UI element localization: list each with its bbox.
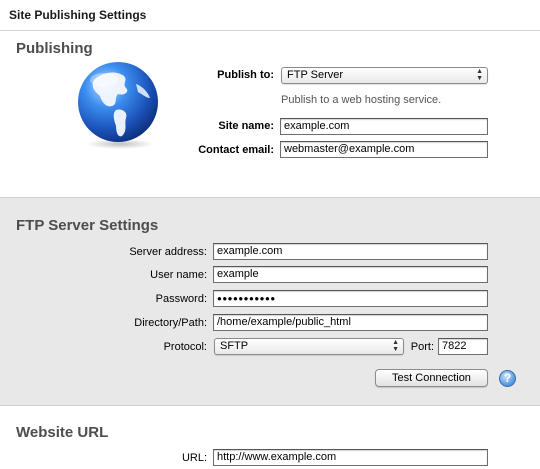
popup-arrows-icon: ▲ ▼ (392, 339, 399, 353)
password-label: Password: (155, 293, 207, 305)
publish-to-label: Publish to: (217, 69, 274, 81)
publishing-header: Publishing (16, 40, 93, 57)
protocol-popup[interactable]: SFTP ▲ ▼ (214, 338, 404, 355)
site-name-label: Site name: (218, 120, 274, 132)
window-title: Site Publishing Settings (9, 8, 147, 22)
protocol-label: Protocol: (163, 341, 207, 353)
site-name-field[interactable]: example.com (280, 118, 488, 135)
ftp-header: FTP Server Settings (16, 217, 159, 234)
server-address-field[interactable]: example.com (213, 243, 488, 260)
url-label: URL: (181, 452, 207, 464)
publish-to-popup[interactable]: FTP Server ▲ ▼ (281, 67, 488, 84)
publish-to-value: FTP Server (287, 69, 344, 81)
user-name-field[interactable]: example (213, 266, 488, 283)
contact-email-label: Contact email: (198, 144, 274, 156)
password-field[interactable]: ●●●●●●●●●●● (213, 290, 488, 307)
server-address-label: Server address: (129, 246, 207, 258)
protocol-value: SFTP (220, 340, 249, 352)
directory-field[interactable]: /home/example/public_html (213, 314, 488, 331)
user-name-label: User name: (150, 269, 207, 281)
contact-email-field[interactable]: webmaster@example.com (280, 141, 488, 158)
url-field[interactable]: http://www.example.com (213, 449, 488, 466)
website-url-header: Website URL (16, 424, 109, 441)
globe-icon (72, 58, 164, 150)
help-icon[interactable]: ? (499, 370, 516, 387)
test-connection-button[interactable]: Test Connection (375, 369, 488, 387)
port-label: Port: (410, 341, 434, 353)
publish-to-hint: Publish to a web hosting service. (281, 94, 442, 106)
port-field[interactable]: 7822 (438, 338, 488, 355)
directory-label: Directory/Path: (134, 317, 207, 329)
popup-arrows-icon: ▲ ▼ (476, 68, 483, 82)
